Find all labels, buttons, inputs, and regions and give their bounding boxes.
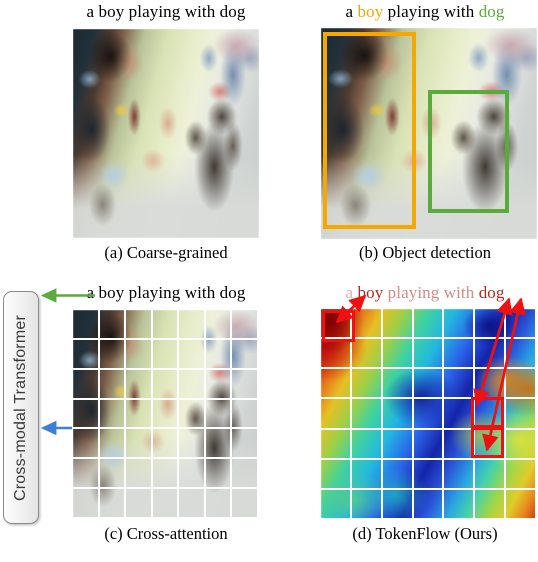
panel-b-object-detection: a boy playing with dog (b) Object detect… <box>312 2 538 264</box>
boy-and-dog-photo <box>73 29 259 238</box>
token-highlight-box-dog-lower <box>471 427 504 458</box>
panel-c-image <box>73 310 259 519</box>
panel-b-title-word-mid: playing with <box>383 2 479 21</box>
panel-a-title-word-0: a boy playing with dog <box>86 2 246 21</box>
panel-a-image <box>73 29 259 238</box>
panel-a-coarse-grained: a boy playing with dog (a) Coarse-graine… <box>66 2 266 264</box>
panel-a-title: a boy playing with dog <box>66 2 266 22</box>
panel-c-title-word-0: a boy playing with dog <box>86 283 246 302</box>
panel-b-image <box>321 28 537 239</box>
boy-bounding-box <box>323 32 416 229</box>
panel-c-title: a boy playing with dog <box>66 283 266 303</box>
panel-c-cross-attention: a boy playing with dog (c) Cross-attenti… <box>66 283 266 553</box>
panel-b-caption: (b) Object detection <box>359 243 491 262</box>
panel-b-title-word-dog: dog <box>478 2 505 21</box>
panel-a-caption: (a) Coarse-grained <box>104 243 228 262</box>
panel-d-title: a boy playing with dog <box>312 283 538 303</box>
panel-b-title-word-a: a <box>345 2 358 21</box>
panel-d-image <box>321 309 537 520</box>
panel-d-title-word-boy: boy <box>357 283 384 302</box>
cross-modal-transformer-label: Cross-modal Transformer <box>12 314 30 501</box>
panel-d-title-word-a: a <box>345 283 358 302</box>
panel-d-caption: (d) TokenFlow (Ours) <box>352 524 498 543</box>
cross-modal-transformer-box: Cross-modal Transformer <box>3 291 39 524</box>
dog-bounding-box <box>428 90 509 213</box>
figure-root: a boy playing with dog (a) Coarse-graine… <box>0 0 538 562</box>
boy-and-dog-photo <box>73 310 259 519</box>
panel-d-title-word-mid: playing with <box>383 283 479 302</box>
panel-d-tokenflow: a boy playing with dog (d) TokenFlow (Ou… <box>312 283 538 553</box>
panel-d-title-word-dog: dog <box>478 283 505 302</box>
panel-c-caption: (c) Cross-attention <box>104 524 228 543</box>
panel-b-title: a boy playing with dog <box>312 2 538 22</box>
token-highlight-box-boy <box>322 310 355 342</box>
token-highlight-box-dog-upper <box>471 397 504 428</box>
panel-b-title-word-boy: boy <box>357 2 384 21</box>
